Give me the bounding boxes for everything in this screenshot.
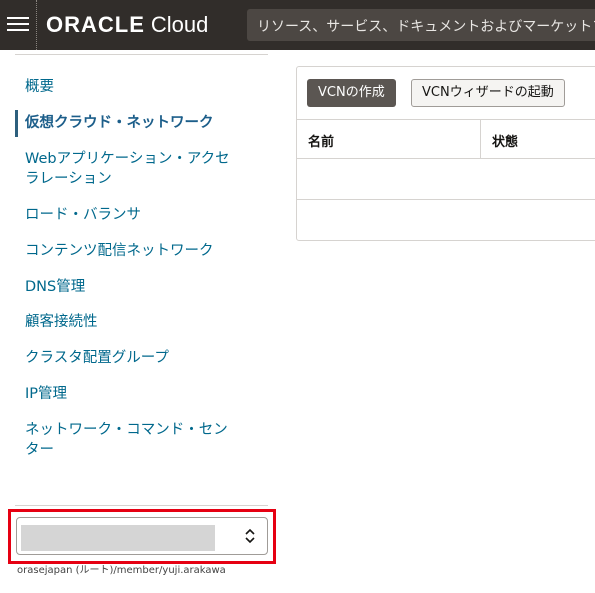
compartment-select[interactable] — [16, 517, 268, 555]
sidebar-item-dns[interactable]: DNS管理 — [25, 277, 240, 297]
sidebar-item-cdn[interactable]: コンテンツ配信ネットワーク — [25, 241, 240, 261]
sidebar-item-ip-management[interactable]: IP管理 — [25, 384, 240, 404]
create-vcn-button[interactable]: VCNの作成 — [307, 79, 396, 107]
sidebar-item-waa[interactable]: Webアプリケーション・アクセラレーション — [25, 149, 240, 189]
product-name: Cloud — [150, 12, 209, 37]
column-header-state[interactable]: 状態 — [492, 131, 518, 150]
column-divider — [480, 120, 481, 158]
sidebar-item-overview[interactable]: 概要 — [25, 77, 240, 97]
oracle-cloud-logo[interactable]: ORACLE Cloud — [46, 11, 208, 39]
active-indicator — [15, 110, 18, 137]
hamburger-menu-icon[interactable] — [0, 0, 37, 50]
search-input[interactable]: リソース、サービス、ドキュメントおよびマーケットプ — [247, 9, 595, 41]
chevron-up-down-icon — [245, 528, 255, 544]
compartment-path: orasejapan (ルート)/member/yuji.arakawa — [17, 565, 226, 576]
sidebar-item-customer-connectivity[interactable]: 顧客接続性 — [25, 312, 240, 332]
sidebar-divider-bottom — [15, 505, 268, 506]
top-bar: ORACLE Cloud リソース、サービス、ドキュメントおよびマーケットプ — [0, 0, 595, 50]
sidebar-divider-top — [15, 54, 268, 55]
column-header-name[interactable]: 名前 — [308, 131, 334, 150]
table-row — [297, 159, 595, 200]
sidebar: 概要 仮想クラウド・ネットワーク Webアプリケーション・アクセラレーション ロ… — [0, 50, 285, 593]
sidebar-item-cluster-placement[interactable]: クラスタ配置グループ — [25, 348, 240, 368]
compartment-value — [21, 525, 215, 551]
sidebar-item-network-command-center[interactable]: ネットワーク・コマンド・センター — [25, 420, 240, 460]
vcn-list-card: VCNの作成 VCNウィザードの起動 名前 状態 — [296, 66, 595, 241]
sidebar-item-vcn[interactable]: 仮想クラウド・ネットワーク — [25, 113, 240, 133]
table-header: 名前 状態 — [297, 119, 595, 159]
start-vcn-wizard-button[interactable]: VCNウィザードの起動 — [411, 79, 565, 107]
sidebar-item-load-balancer[interactable]: ロード・バランサ — [25, 205, 240, 225]
brand-name: ORACLE — [46, 12, 145, 37]
search-placeholder: リソース、サービス、ドキュメントおよびマーケットプ — [257, 19, 595, 35]
table-row — [297, 200, 595, 241]
